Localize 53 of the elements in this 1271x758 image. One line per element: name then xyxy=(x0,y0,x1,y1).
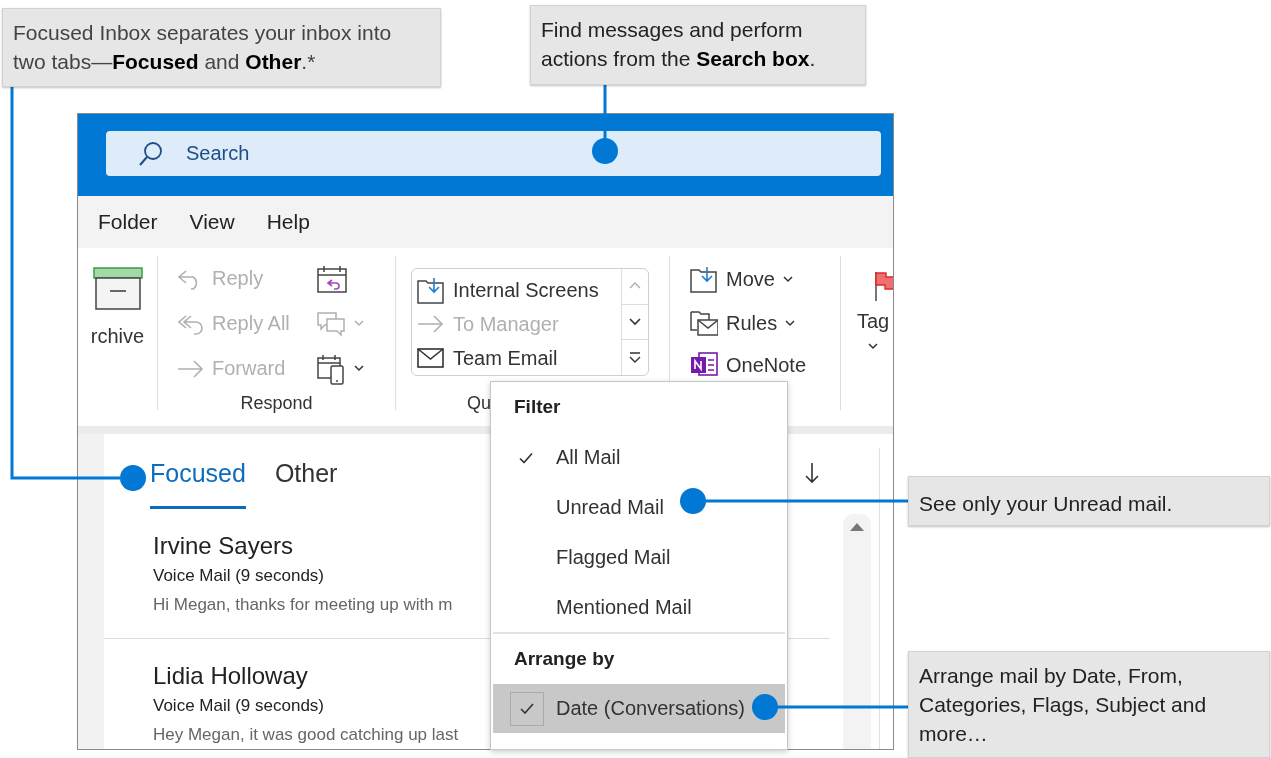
group-label: Respond xyxy=(240,393,313,415)
menu-heading: Filter xyxy=(513,395,562,419)
chevron-icon xyxy=(354,365,364,372)
tab[interactable]: Other xyxy=(274,434,338,509)
search-icon xyxy=(138,141,164,167)
ribbon-button[interactable]: Rules xyxy=(690,302,840,344)
calendar-icon xyxy=(316,263,348,294)
folder-arrow-icon xyxy=(417,276,445,304)
message-preview: Hey Megan, it was good catching up last xyxy=(153,724,459,746)
archive-button[interactable]: rchive xyxy=(90,325,145,348)
group-label: Qu xyxy=(467,393,491,415)
quick-step[interactable]: Internal Screens xyxy=(417,273,621,307)
folder-arrow-icon xyxy=(690,265,718,293)
sender-name: Irvine Sayers xyxy=(153,531,294,561)
menu-item[interactable]: Flagged Mail xyxy=(491,532,787,582)
menu-item[interactable]: Date (Conversations) xyxy=(493,684,785,733)
check-icon xyxy=(520,703,534,714)
callout: Arrange mail by Date, From, Categories, Flags, Subject and more… xyxy=(908,651,1270,758)
message-subject: Voice Mail (9 seconds) xyxy=(153,695,325,717)
calendar-phone-icon xyxy=(316,352,346,385)
menu-heading: Arrange by xyxy=(513,647,616,671)
scrollbar[interactable] xyxy=(843,514,871,749)
folder-envelope-icon xyxy=(690,309,718,337)
down-arrow-icon xyxy=(805,462,819,484)
callout: Find messages and perform actions from the Search box. xyxy=(530,5,866,85)
menu-item[interactable]: All Mail xyxy=(491,432,787,482)
message-subject: Voice Mail (9 seconds) xyxy=(153,565,325,587)
quick-step[interactable]: Team Email xyxy=(417,341,621,375)
message-preview: Hi Megan, thanks for meeting up with m xyxy=(153,594,453,616)
callout: Focused Inbox separates your inbox into two tabs—Focused and Other.* xyxy=(2,8,441,87)
menu-bar-item[interactable]: Help xyxy=(266,210,310,234)
notebook-icon xyxy=(690,351,718,379)
chevron-icon xyxy=(782,275,793,283)
chevron-icon xyxy=(354,320,364,327)
chevron-icon xyxy=(785,319,796,327)
menu-bar-item[interactable]: View xyxy=(189,210,235,234)
ribbon-button[interactable]: OneNote xyxy=(690,344,840,386)
archive-icon xyxy=(92,267,143,311)
ribbon-button[interactable]: Move xyxy=(690,256,840,302)
callout: See only your Unread mail. xyxy=(908,476,1270,526)
expand-icon xyxy=(629,352,641,364)
menu-bar-item[interactable]: Folder xyxy=(98,210,158,234)
sender-name: Lidia Holloway xyxy=(153,661,308,691)
search-field[interactable]: Search xyxy=(106,131,881,176)
menu-item[interactable]: Mentioned Mail xyxy=(491,582,787,632)
tab[interactable]: Focused xyxy=(150,434,246,509)
caret-down-icon xyxy=(629,316,641,328)
tag-button[interactable]: Tag xyxy=(856,310,890,350)
chevron-icon xyxy=(868,343,878,350)
caret-up-icon xyxy=(849,522,865,532)
flag-icon xyxy=(874,270,893,302)
check-icon xyxy=(519,452,533,464)
chat-icon xyxy=(316,309,346,338)
